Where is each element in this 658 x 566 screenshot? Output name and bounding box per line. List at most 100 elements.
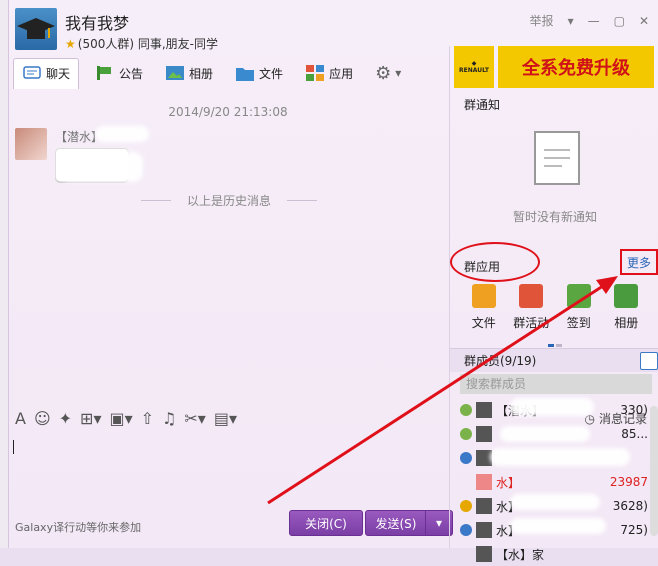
checkbox-icon: [566, 284, 591, 308]
page-dots: [548, 336, 568, 347]
user-icon: [460, 428, 472, 440]
redacted-member: [510, 518, 606, 534]
gift-icon[interactable]: ⊞▾: [80, 409, 101, 428]
tab-label: 文件: [259, 66, 284, 81]
star-icon: [460, 500, 472, 512]
flag-icon: [97, 66, 112, 80]
minimize-icon[interactable]: —: [588, 14, 600, 28]
member-list: 【潜水】330) 85... 水】23987 水】3628) 水】725) 【水…: [460, 398, 648, 566]
avatar: [476, 546, 492, 562]
user-icon: [460, 548, 472, 560]
graduation-cap-icon: [17, 18, 55, 39]
tab-label: 公告: [119, 66, 144, 81]
promo-text[interactable]: Galaxy译行动等你来参加: [15, 519, 141, 535]
input-toolbar: A ☺ ✦ ⊞▾ ▣▾ ⇧ ♫ ✂▾ ▤▾: [9, 404, 453, 432]
redacted-message: [59, 152, 143, 182]
notice-empty-text: 暂时没有新通知: [512, 210, 597, 224]
message-input[interactable]: [9, 432, 447, 504]
tab-label: 相册: [189, 66, 214, 81]
close-button[interactable]: 关闭(C): [289, 510, 363, 536]
chevron-down-icon: ▾: [395, 66, 402, 80]
feature-tabs: 聊天 公告 相册 文件 应用 ⚙ ▾: [13, 56, 407, 90]
maximize-icon[interactable]: ▢: [614, 14, 625, 28]
user-icon: [460, 476, 472, 488]
app-album[interactable]: 相册: [603, 284, 651, 331]
chat-bubble-icon: [23, 65, 41, 79]
window-controls: 举报 ▾ — ▢ ✕: [530, 12, 649, 29]
tab-announcement[interactable]: 公告: [89, 60, 149, 86]
redacted-member: [490, 448, 630, 466]
group-member-info: (500人群) 同事,朋友-同学: [77, 37, 218, 51]
brand-logo: ◆ RENAULT: [454, 46, 494, 88]
app-checkin[interactable]: 签到: [555, 284, 603, 331]
text-caret: [13, 440, 14, 454]
folder-icon: [236, 68, 255, 81]
app-label: 群活动: [513, 316, 550, 330]
member-search-input[interactable]: 搜索群成员: [460, 374, 652, 394]
redacted-member: [500, 426, 590, 442]
background-window-edge: [0, 0, 8, 548]
photo-icon: [614, 284, 639, 308]
redacted-member: [510, 494, 600, 510]
upload-icon[interactable]: ⇧: [141, 409, 154, 428]
scissors-icon[interactable]: ✂▾: [184, 409, 205, 428]
chat-history[interactable]: 2014/9/20 21:13:08 【潜水】 以上是历史消息: [9, 92, 447, 402]
avatar: [476, 474, 492, 490]
tab-files[interactable]: 文件: [229, 60, 289, 86]
tab-apps[interactable]: 应用: [299, 60, 359, 86]
user-icon: [460, 404, 472, 416]
star-icon: ★: [65, 37, 76, 51]
more-apps-link[interactable]: 更多: [620, 249, 658, 275]
notice-title: 群通知: [464, 98, 501, 112]
app-activity[interactable]: 群活动: [508, 284, 556, 331]
annotation-oval: [450, 242, 540, 282]
magic-wand-icon[interactable]: ✦: [59, 409, 72, 428]
tab-label: 应用: [329, 66, 354, 81]
user-icon: [460, 452, 472, 464]
emoji-icon[interactable]: ☺: [34, 409, 51, 428]
avatar: [476, 498, 492, 514]
apps-grid-icon: [306, 65, 325, 81]
group-avatar[interactable]: [15, 8, 57, 50]
group-name[interactable]: 我有我梦: [65, 10, 129, 34]
message-timestamp: 2014/9/20 21:13:08: [168, 105, 288, 119]
font-icon[interactable]: A: [15, 409, 26, 428]
send-button[interactable]: 发送(S): [365, 510, 427, 536]
activity-flag-icon: [519, 284, 544, 308]
settings-menu[interactable]: ⚙ ▾: [369, 59, 407, 88]
screenshot-icon[interactable]: ▤▾: [214, 409, 237, 428]
member-list-scrollbar[interactable]: [650, 406, 658, 536]
members-title: 群成员(9/19): [450, 348, 658, 372]
sender-avatar[interactable]: [15, 128, 47, 160]
image-icon[interactable]: ▣▾: [109, 409, 132, 428]
list-item[interactable]: 水】 23987: [460, 470, 648, 494]
ad-banner[interactable]: ◆ RENAULT 全系免费升级: [454, 46, 654, 88]
search-icon[interactable]: [640, 352, 658, 370]
history-divider: 以上是历史消息: [141, 192, 317, 209]
app-label: 签到: [566, 316, 591, 330]
chevron-down-icon[interactable]: ▾: [568, 14, 574, 28]
close-icon[interactable]: ✕: [639, 14, 649, 28]
redacted-sender: [95, 126, 149, 142]
avatar: [476, 402, 492, 418]
group-chat-window: 我有我梦 ★ (500人群) 同事,朋友-同学 举报 ▾ — ▢ ✕ 聊天 公告 …: [8, 0, 658, 562]
avatar: [476, 522, 492, 538]
report-link[interactable]: 举报: [530, 12, 554, 29]
photo-icon: [166, 66, 185, 80]
tab-album[interactable]: 相册: [159, 60, 219, 86]
group-apps-row: 文件 群活动 签到 相册: [460, 284, 658, 331]
app-label: 相册: [614, 316, 639, 330]
tab-chat[interactable]: 聊天: [13, 57, 80, 89]
tab-label: 聊天: [46, 67, 71, 81]
avatar: [476, 426, 492, 442]
folder-icon: [471, 284, 496, 308]
user-icon: [460, 524, 472, 536]
app-files[interactable]: 文件: [460, 284, 508, 331]
redacted-member: [510, 398, 594, 416]
right-panel: ◆ RENAULT 全系免费升级 群通知 暂时没有新通知 群应用 更多 文件 群活…: [449, 46, 658, 562]
list-item[interactable]: 【水】家: [460, 542, 648, 566]
app-label: 文件: [471, 316, 496, 330]
music-icon[interactable]: ♫: [162, 409, 176, 428]
group-subtitle: ★ (500人群) 同事,朋友-同学: [65, 35, 218, 52]
chevron-down-icon: ▾: [435, 516, 443, 530]
